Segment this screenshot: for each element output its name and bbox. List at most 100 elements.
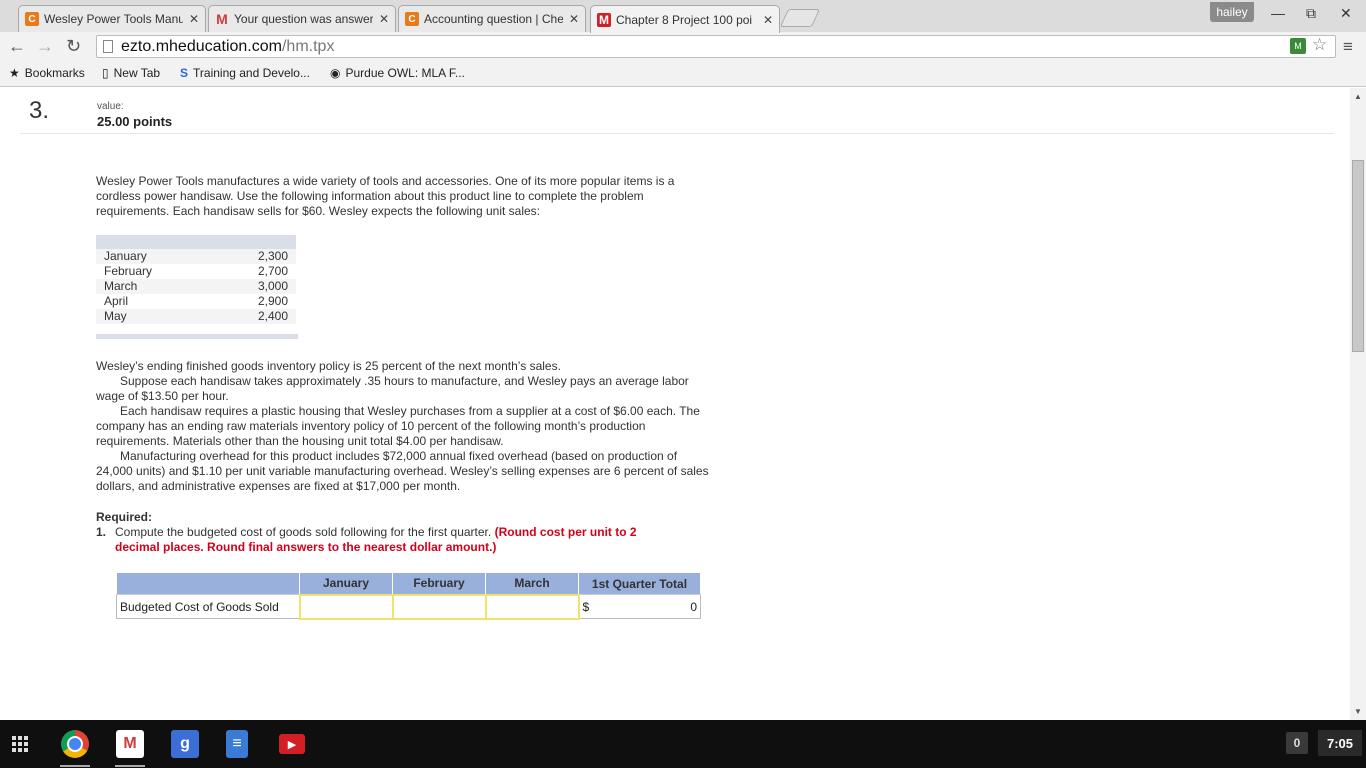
month-cell: February xyxy=(104,264,153,278)
bookmarks-menu[interactable]: ★ Bookmarks xyxy=(9,66,85,80)
url-path: /hm.tpx xyxy=(281,37,335,55)
req-number: 1. xyxy=(96,525,107,539)
owl-icon: ◉ xyxy=(330,66,341,80)
table-header xyxy=(96,235,296,249)
vertical-scrollbar[interactable]: ▲ ▼ xyxy=(1350,88,1366,720)
bookmark-purdue-owl[interactable]: ◉ Purdue OWL: MLA F... xyxy=(330,66,465,80)
chegg-icon: C xyxy=(405,12,419,26)
os-shelf: M g ≡ ▶ 0 7:05 xyxy=(0,720,1366,768)
tab-title: Chapter 8 Project 100 poi xyxy=(616,12,753,27)
question-intro: Wesley Power Tools manufactures a wide v… xyxy=(96,174,675,218)
close-icon[interactable]: ✕ xyxy=(569,12,579,26)
table-row: January 2,300 xyxy=(96,249,296,264)
docs-icon[interactable]: ≡ xyxy=(226,730,248,758)
close-icon[interactable]: ✕ xyxy=(379,12,389,26)
reload-icon[interactable]: ↻ xyxy=(66,36,81,56)
forward-icon[interactable]: → xyxy=(36,36,54,56)
address-bar[interactable]: ezto.mheducation.com /hm.tpx xyxy=(96,35,1336,58)
col-header-february: February xyxy=(392,572,486,595)
req-text: Compute the budgeted cost of goods sold … xyxy=(115,525,492,539)
bookmarks-bar: ★ Bookmarks ▯ New Tab S Training and Dev… xyxy=(0,60,1366,87)
value-points: 25.00 points xyxy=(97,114,173,129)
units-cell: 2,700 xyxy=(257,264,288,278)
currency-symbol: $ xyxy=(582,599,590,614)
requirements: Required: 1. Compute the budgeted cost o… xyxy=(96,510,715,555)
notification-badge[interactable]: 0 xyxy=(1286,732,1308,754)
policy-overhead: Manufacturing overhead for this product … xyxy=(96,449,709,493)
col-header-quarter-total: 1st Quarter Total xyxy=(578,572,701,595)
value-label: value: xyxy=(97,101,124,112)
req-note-a: (Round cost per unit to 2 xyxy=(494,525,637,539)
units-cell: 3,000 xyxy=(257,279,288,293)
january-input[interactable] xyxy=(298,593,394,620)
extension-icon[interactable]: M xyxy=(1290,38,1306,54)
table-row: April 2,900 xyxy=(96,294,296,309)
bookmark-label: Purdue OWL: MLA F... xyxy=(345,66,465,80)
tab-title: Wesley Power Tools Manu xyxy=(44,12,183,26)
policy-labor: Suppose each handisaw takes approximatel… xyxy=(96,374,689,403)
google-plus-icon[interactable]: g xyxy=(171,730,199,758)
close-window-icon[interactable]: ✕ xyxy=(1340,5,1352,22)
col-header-march: March xyxy=(485,572,579,595)
units-cell: 2,300 xyxy=(257,249,288,263)
user-profile-button[interactable]: hailey xyxy=(1210,2,1254,22)
divider xyxy=(20,133,1334,134)
scroll-thumb[interactable] xyxy=(1352,160,1364,352)
back-icon[interactable]: ← xyxy=(8,36,26,56)
units-cell: 2,400 xyxy=(257,309,288,323)
tab-title: Your question was answer xyxy=(234,12,373,26)
browser-toolbar: ← → ↻ ezto.mheducation.com /hm.tpx M ☆ ≡ xyxy=(0,32,1366,60)
table-row: Budgeted Cost of Goods Sold $ 0 xyxy=(116,593,701,620)
cogs-table: January February March 1st Quarter Total… xyxy=(116,572,701,620)
mheducation-icon: M xyxy=(597,12,611,27)
gmail-icon[interactable]: M xyxy=(116,730,144,758)
bookmark-label: New Tab xyxy=(113,66,161,80)
unit-sales-table: January 2,300 February 2,700 March 3,000 Ap… xyxy=(96,235,298,339)
req-note-b: decimal places. Round final answers to t… xyxy=(115,540,497,554)
menu-icon[interactable]: ≡ xyxy=(1343,37,1353,57)
page-icon: ▯ xyxy=(102,66,109,80)
system-clock[interactable]: 7:05 xyxy=(1318,730,1362,756)
table-footer xyxy=(96,334,298,339)
table-row: May 2,400 xyxy=(96,309,296,324)
tab-chegg-accounting[interactable]: C Accounting question | Che ✕ xyxy=(398,5,586,32)
bookmark-star-icon[interactable]: ☆ xyxy=(1312,35,1327,55)
col-header-january: January xyxy=(299,572,393,595)
s-logo-icon: S xyxy=(180,66,189,80)
gmail-icon: M xyxy=(216,11,228,27)
units-cell: 2,900 xyxy=(257,294,288,308)
march-input[interactable] xyxy=(484,593,580,620)
bookmark-training[interactable]: S Training and Develo... xyxy=(180,66,310,80)
quarter-total-value: 0 xyxy=(690,599,697,614)
running-indicator xyxy=(60,765,90,767)
close-icon[interactable]: ✕ xyxy=(763,13,773,27)
tab-gmail[interactable]: M Your question was answer ✕ xyxy=(208,5,396,32)
url-host: ezto.mheducation.com xyxy=(121,37,282,55)
app-launcher-icon[interactable] xyxy=(12,736,28,752)
bookmark-label: Bookmarks xyxy=(24,66,85,80)
row-label: Budgeted Cost of Goods Sold xyxy=(116,594,300,619)
youtube-icon[interactable]: ▶ xyxy=(279,734,305,754)
tab-wesley-power-tools[interactable]: C Wesley Power Tools Manu ✕ xyxy=(18,5,206,32)
month-cell: March xyxy=(104,279,138,293)
table-row: February 2,700 xyxy=(96,264,296,279)
table-header-blank xyxy=(116,572,300,595)
new-tab-button[interactable] xyxy=(779,9,821,27)
scroll-down-icon[interactable]: ▼ xyxy=(1354,707,1362,716)
table-row: March 3,000 xyxy=(96,279,296,294)
quarter-total-cell: $ 0 xyxy=(578,594,701,619)
bookmark-label: Training and Develo... xyxy=(193,66,310,80)
star-icon: ★ xyxy=(9,66,20,80)
chrome-icon[interactable] xyxy=(61,730,89,758)
minimize-icon[interactable]: — xyxy=(1271,5,1285,21)
bookmark-new-tab[interactable]: ▯ New Tab xyxy=(102,66,160,80)
month-cell: May xyxy=(104,309,127,323)
page-content: 3. value: 25.00 points Wesley Power Tool… xyxy=(0,88,1350,720)
month-cell: April xyxy=(104,294,129,308)
restore-icon[interactable]: ⧉ xyxy=(1306,5,1316,22)
tab-chapter-8-project[interactable]: M Chapter 8 Project 100 poi ✕ xyxy=(590,5,780,33)
question-number: 3. xyxy=(29,97,50,124)
scroll-up-icon[interactable]: ▲ xyxy=(1354,92,1362,101)
february-input[interactable] xyxy=(391,593,487,620)
close-icon[interactable]: ✕ xyxy=(189,12,199,26)
